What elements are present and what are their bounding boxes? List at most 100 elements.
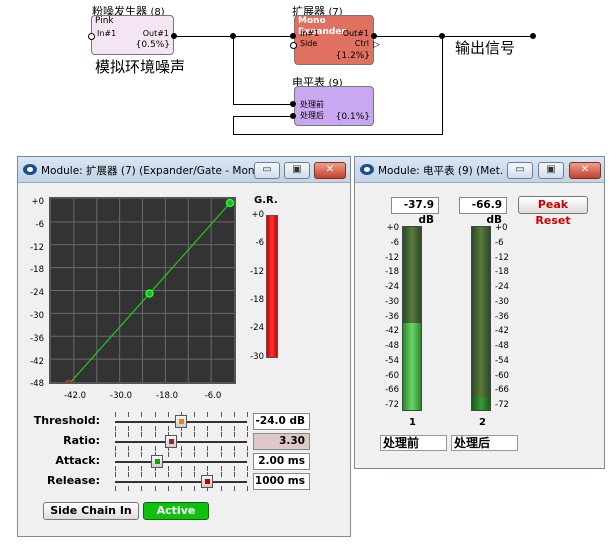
meter-scale-tick: -60 (495, 370, 509, 381)
close-button[interactable]: ✕ (314, 162, 346, 179)
slider-tick (167, 426, 169, 431)
expander-module-window: Module: 扩展器 (7) (Expander/Gate - Mon... … (17, 156, 351, 537)
slider-tick (220, 452, 222, 457)
pink-cpu: {0.5%} (135, 40, 170, 50)
meter-block[interactable]: 处理前 处理后 {0.1%} (294, 86, 374, 126)
meter-scale-tick: -48 (495, 341, 509, 351)
curve-handle[interactable] (225, 199, 234, 208)
meter-scale-tick: -72 (495, 400, 509, 410)
expander-titlebar[interactable]: Module: 扩展器 (7) (Expander/Gate - Mon... … (18, 157, 350, 183)
param-label: Threshold: (33, 414, 100, 427)
slider-tick (115, 432, 116, 437)
param-label: Ratio: (63, 434, 100, 447)
slider-tick (247, 452, 248, 457)
ch1-label-field[interactable]: 处理前 (380, 435, 447, 451)
slider-tick (247, 472, 248, 477)
graph-y-tick: -18 (30, 265, 44, 276)
gr-tick: -6 (255, 238, 264, 249)
meter-scale-tick: -54 (495, 355, 509, 366)
minimize-button[interactable]: ▭ (254, 162, 280, 179)
slider-tick (207, 452, 209, 457)
slider-tick (115, 446, 116, 451)
slider-track[interactable] (115, 461, 247, 463)
ch2-meter-bar (471, 226, 491, 411)
slider-tick (181, 432, 182, 437)
meter-titlebar[interactable]: Module: 电平表 (9) (Met... ▭ ▣ ✕ (355, 157, 604, 183)
slider-tick (194, 426, 196, 431)
expander-side-port[interactable] (290, 42, 297, 49)
active-button[interactable]: Active (143, 502, 209, 520)
slider-tick (141, 466, 143, 471)
pink-noise-block[interactable]: Pink In#1 Out#1 {0.5%} (91, 15, 174, 55)
slider-tick (167, 466, 169, 471)
graph-x-tick: -30.0 (110, 391, 132, 401)
slider-tick (233, 426, 235, 431)
expander-input-port[interactable] (290, 33, 296, 39)
slider-tick (128, 412, 130, 417)
slider-thumb[interactable] (175, 415, 187, 428)
gr-tick: -30 (250, 351, 264, 362)
slider-tick (220, 426, 222, 431)
maximize-button[interactable]: ▣ (284, 162, 310, 179)
slider-tick (207, 426, 209, 431)
param-value-field[interactable]: 3.30 (253, 433, 310, 450)
slider-tick (154, 412, 156, 417)
gr-tick: -24 (250, 323, 264, 334)
slider-tick (181, 486, 182, 491)
meter-scale-tick: -36 (385, 311, 399, 322)
maximize-button[interactable]: ▣ (538, 162, 564, 179)
meter-scale-tick: -12 (495, 252, 509, 263)
meter-scale-tick: -30 (385, 296, 399, 307)
slider-tick (154, 426, 156, 431)
param-value-field[interactable]: 2.00 ms (253, 453, 310, 470)
meter-scale-tick: -6 (495, 237, 504, 248)
slider-tick (128, 426, 130, 431)
slider-tick (233, 452, 235, 457)
slider-tick (167, 486, 169, 491)
meter-scale-tick: -60 (385, 370, 399, 381)
graph-y-tick: -48 (30, 379, 44, 390)
graph-x-tick: -42.0 (64, 391, 86, 401)
meter-scale-tick: -6 (390, 237, 399, 248)
expander-block[interactable]: Mono Expander In#1 Side Out#1 Ctrl {1.2%… (294, 15, 374, 65)
meter-scale-tick: -42 (495, 326, 509, 337)
slider-thumb[interactable] (165, 435, 178, 448)
meter-scale-tick: -42 (385, 326, 399, 337)
slider-tick (207, 446, 209, 451)
slider-tick (128, 452, 130, 457)
ch2-number: 2 (479, 417, 486, 428)
peak-reset-button[interactable]: Peak Reset (518, 196, 588, 227)
graph-y-tick: -30 (30, 311, 44, 321)
slider-tick (115, 466, 116, 471)
ch2-label-field[interactable]: 处理后 (451, 435, 518, 451)
param-label: Release: (47, 474, 100, 487)
slider-tick (194, 446, 196, 451)
slider-tick (220, 486, 222, 491)
gr-tick: -18 (250, 294, 264, 305)
curve-handle[interactable] (145, 289, 154, 298)
slider-tick (128, 466, 130, 471)
minimize-button[interactable]: ▭ (507, 162, 533, 179)
pink-input-port[interactable] (88, 33, 95, 40)
close-button[interactable]: ✕ (569, 162, 601, 179)
param-value-field[interactable]: 1000 ms (253, 473, 310, 490)
slider-tick (247, 446, 248, 451)
slider-thumb[interactable] (151, 455, 163, 468)
slider-tick (233, 486, 235, 491)
slider-tick (247, 486, 248, 491)
meter-scale-tick: -54 (385, 355, 399, 366)
slider-tick (141, 426, 143, 431)
slider-tick (141, 432, 143, 437)
expander-out-pin: Out#1 (342, 29, 369, 38)
slider-tick (220, 472, 222, 477)
slider-tick (220, 446, 222, 451)
slider-track[interactable] (115, 481, 247, 483)
meter-scale-tick: -12 (385, 252, 399, 263)
side-chain-button[interactable]: Side Chain In (43, 502, 139, 520)
slider-thumb[interactable] (201, 475, 214, 488)
meter-in2-port[interactable] (290, 113, 296, 119)
meter-in1-port[interactable] (290, 101, 296, 107)
param-value-field[interactable]: -24.0 dB (253, 413, 310, 430)
slider-track[interactable] (115, 441, 247, 443)
curve-handle[interactable] (65, 379, 73, 382)
